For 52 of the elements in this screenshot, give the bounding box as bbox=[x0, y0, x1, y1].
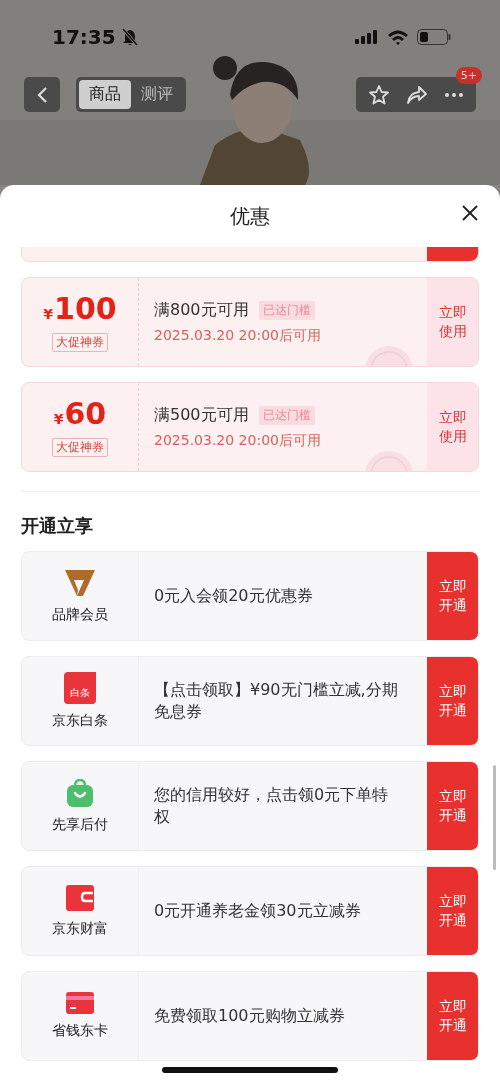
bank-card-icon bbox=[66, 992, 94, 1014]
back-button[interactable] bbox=[24, 77, 60, 112]
tab[interactable]: 测评 bbox=[131, 80, 183, 109]
offer-name: 省钱东卡 bbox=[52, 1022, 108, 1040]
battery-icon bbox=[417, 29, 451, 45]
close-icon bbox=[462, 205, 478, 221]
offer-name: 京东财富 bbox=[52, 920, 108, 938]
more-icon bbox=[444, 91, 464, 98]
coupon-tag: 大促神券 bbox=[52, 333, 108, 352]
amount-value: 60 bbox=[64, 397, 107, 431]
offer-description: 【点击领取】¥90无门槛立减,分期免息券 bbox=[153, 679, 399, 723]
coupon-condition: 满800元可用 bbox=[154, 299, 249, 321]
offer-name: 品牌会员 bbox=[52, 606, 108, 624]
coupon-time: 2025.03.20 20:00后可用 bbox=[154, 431, 322, 450]
offer-description: 免费领取100元购物立减券 bbox=[153, 1005, 346, 1027]
coupon-condition: 满500元可用 bbox=[154, 404, 249, 426]
offer-description: 您的信用较好，点击领0元下单特权 bbox=[153, 784, 390, 828]
threshold-badge: 已达门槛 bbox=[258, 300, 315, 320]
share-button[interactable] bbox=[406, 84, 428, 105]
sheet-title: 优惠 bbox=[230, 202, 270, 230]
section-title: 开通立享 bbox=[21, 514, 94, 538]
offer-description: 0元开通养老金领30元立减券 bbox=[153, 900, 362, 922]
activate-button[interactable]: 立即开通 bbox=[427, 972, 478, 1060]
favorite-button[interactable] bbox=[368, 83, 390, 106]
coupon-tag: 大促神券 bbox=[52, 438, 108, 457]
offer-description: 0元入会领20元优惠券 bbox=[153, 585, 314, 607]
signal-icon bbox=[355, 30, 379, 44]
currency-symbol: ¥ bbox=[43, 305, 54, 324]
activate-button[interactable]: 立即开通 bbox=[427, 867, 478, 955]
share-icon bbox=[406, 84, 428, 105]
more-button[interactable] bbox=[444, 91, 464, 98]
shopping-bag-icon bbox=[66, 778, 94, 808]
amount-value: 100 bbox=[54, 292, 117, 326]
star-icon bbox=[368, 83, 390, 106]
activate-button[interactable]: 立即开通 bbox=[427, 657, 478, 745]
icon-label: 白条 bbox=[70, 687, 90, 699]
close-button[interactable] bbox=[462, 205, 478, 221]
activate-button[interactable]: 立即开通 bbox=[427, 762, 478, 850]
threshold-badge: 已达门槛 bbox=[258, 405, 315, 425]
wifi-icon bbox=[387, 29, 409, 45]
currency-symbol: ¥ bbox=[53, 410, 64, 429]
use-button[interactable]: 立即使用 bbox=[427, 383, 478, 471]
v-logo-icon bbox=[64, 568, 96, 598]
status-time: 17:35 bbox=[52, 25, 116, 49]
offer-name: 先享后付 bbox=[52, 816, 108, 834]
tab[interactable]: 商品 bbox=[79, 80, 131, 109]
offer-name: 京东白条 bbox=[52, 712, 108, 730]
use-button[interactable]: 立即使用 bbox=[427, 278, 478, 366]
coupon-time: 2025.03.20 20:00后可用 bbox=[154, 326, 322, 345]
wallet-icon bbox=[65, 884, 95, 912]
activate-button[interactable]: 立即开通 bbox=[427, 552, 478, 640]
back-icon bbox=[36, 85, 48, 104]
